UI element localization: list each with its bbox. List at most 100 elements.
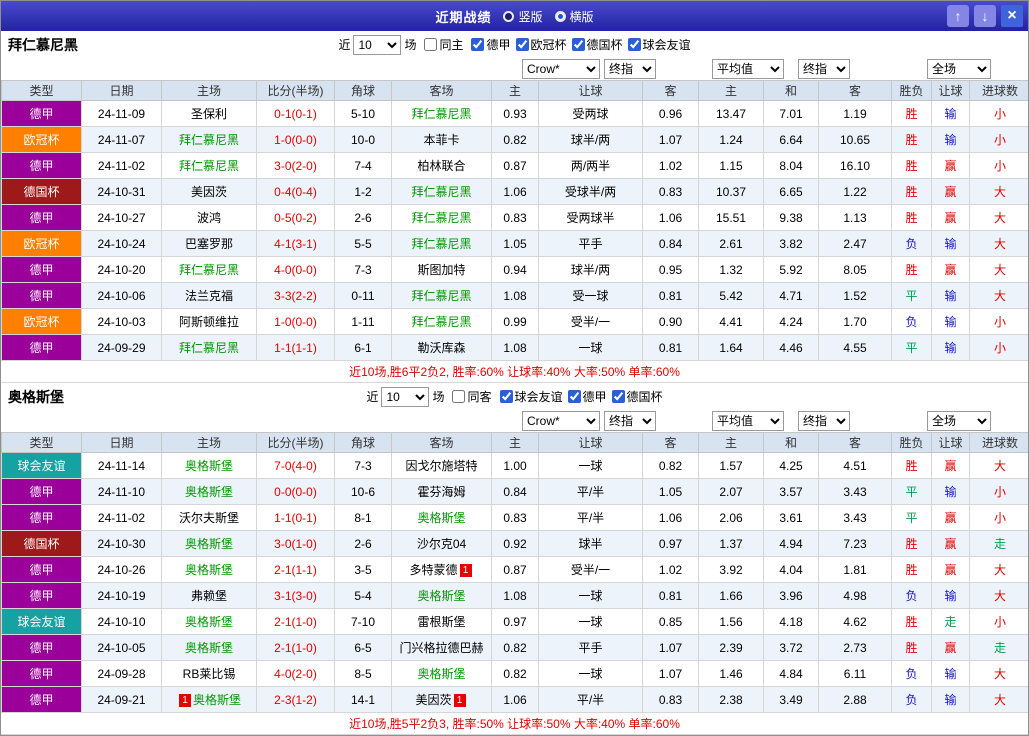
date-cell: 24-11-02 [81,504,162,531]
avg-home-cell: 13.47 [698,100,764,127]
move-down-button[interactable]: ↓ [974,5,996,27]
handicap-cell: 受半/一 [538,556,643,583]
col-type: 类型 [1,80,82,101]
avg-home-cell: 2.39 [698,634,764,661]
radio-selected-icon[interactable] [554,10,566,22]
league-filter[interactable]: 德国杯 [611,388,663,405]
close-button[interactable]: × [1001,5,1023,27]
home-odds-cell: 1.08 [491,582,539,609]
league-checkbox[interactable] [515,38,529,51]
average-select[interactable]: 平均值 [712,411,784,431]
company-select[interactable]: Crow* [522,59,600,79]
team-section: 奥格斯堡 近 10 场 同客 球会友谊 德甲 德国杯 Crow* 终指 平均值 终指… [1,383,1028,735]
col-type: 类型 [1,432,82,453]
avg-away-cell: 4.98 [818,582,892,609]
league-cell: 球会友谊 [1,452,82,479]
team-name-text: 拜仁慕尼黑 [411,289,472,303]
league-label: 德甲 [486,38,511,52]
handicap-result-cell: 赢 [931,504,970,531]
league-checkbox[interactable] [471,38,485,51]
league-filter[interactable]: 德甲 [567,388,607,405]
avg-away-cell: 2.88 [818,686,892,713]
result-cell: 负 [891,582,932,609]
final-odds2-select[interactable]: 终指 [798,411,850,431]
goals-result-cell: 小 [969,608,1028,635]
home-team-cell: 法兰克福 [161,282,257,309]
handicap-cell: 受一球 [538,282,643,309]
col-handicap-result: 让球 [931,432,970,453]
away-team-cell: 奥格斯堡 [391,582,492,609]
goals-result-cell: 大 [969,660,1028,687]
league-filter[interactable]: 德国杯 [571,36,623,53]
same-venue-filter[interactable]: 同客 [452,388,492,405]
scope-select[interactable]: 全场 [927,411,991,431]
league-checkbox[interactable] [611,390,625,403]
team-name-text: 奥格斯堡 [417,667,466,681]
league-filter[interactable]: 球会友谊 [499,388,563,405]
date-cell: 24-11-14 [81,452,162,479]
match-count-select[interactable]: 10 [381,386,430,407]
team-section: 拜仁慕尼黑 近 10 场 同主 德甲 欧冠杯 德国杯 球会友谊 Crow* 终指 平均… [1,31,1028,383]
company-select[interactable]: Crow* [522,411,600,431]
same-venue-checkbox[interactable] [452,390,466,403]
date-cell: 24-09-28 [81,660,162,687]
filter-bar: 近 10 场 同客 球会友谊 德甲 德国杯 [366,386,663,407]
home-team-cell: 1 奥格斯堡 [161,686,257,713]
avg-away-cell: 6.11 [818,660,892,687]
date-cell: 24-10-24 [81,230,162,257]
final-odds2-select[interactable]: 终指 [798,59,850,79]
same-venue-filter[interactable]: 同主 [424,36,463,53]
result-cell: 胜 [891,530,932,557]
date-cell: 24-09-29 [81,334,162,361]
avg-home-cell: 15.51 [698,204,764,231]
league-filter[interactable]: 欧冠杯 [515,36,567,53]
table-header-row: 类型 日期 主场 比分(半场) 角球 客场 主 让球 客 主 和 客 胜负 让球… [1,432,1028,453]
team-name-text: 圣保利 [190,107,227,121]
titlebar-center: 近期战绩 竖版 横版 [435,7,593,26]
score-cell: 0-4(0-4) [256,178,335,205]
final-odds-select[interactable]: 终指 [604,59,656,79]
away-team-cell: 霍芬海姆 [391,478,492,505]
match-count-select[interactable]: 10 [353,34,402,55]
avg-draw-cell: 3.61 [763,504,819,531]
away-team-cell: 拜仁慕尼黑 [391,282,492,309]
handicap-result-cell: 输 [931,230,970,257]
league-checkbox[interactable] [567,390,581,403]
corner-cell: 14-1 [334,686,392,713]
team-name-text: 拜仁慕尼黑 [411,237,472,251]
league-checkbox[interactable] [499,390,513,403]
league-checkbox[interactable] [571,38,585,51]
team-name-text: 柏林联合 [417,159,466,173]
league-filter[interactable]: 德甲 [471,36,511,53]
average-select[interactable]: 平均值 [712,59,784,79]
corner-cell: 8-5 [334,660,392,687]
result-cell: 胜 [891,556,932,583]
avg-home-cell: 4.41 [698,308,764,335]
home-odds-cell: 0.87 [491,556,539,583]
layout-horizontal-radio[interactable]: 横版 [554,8,594,25]
col-away: 客场 [391,432,492,453]
scope-select[interactable]: 全场 [927,59,991,79]
avg-home-cell: 1.64 [698,334,764,361]
col-avg-away: 客 [818,432,892,453]
corner-cell: 7-10 [334,608,392,635]
home-odds-cell: 1.08 [491,282,539,309]
handicap-result-cell: 输 [931,686,970,713]
handicap-result-cell: 输 [931,126,970,153]
team-name-text: 勒沃库森 [417,341,466,355]
final-odds-select[interactable]: 终指 [604,411,656,431]
date-cell: 24-11-09 [81,100,162,127]
move-up-button[interactable]: ↑ [947,5,969,27]
date-cell: 24-10-10 [81,608,162,635]
layout-vertical-radio[interactable]: 竖版 [503,8,543,25]
away-odds-cell: 1.07 [642,634,699,661]
score-cell: 1-1(0-1) [256,504,335,531]
same-venue-checkbox[interactable] [424,38,438,51]
league-checkbox[interactable] [627,38,641,51]
team-name-text: RB莱比锡 [182,667,236,681]
corner-cell: 7-3 [334,256,392,283]
team-name-text: 奥格斯堡 [184,615,233,629]
league-filter[interactable]: 球会友谊 [627,36,691,53]
radio-unselected-icon[interactable] [503,10,515,22]
score-cell: 3-0(2-0) [256,152,335,179]
